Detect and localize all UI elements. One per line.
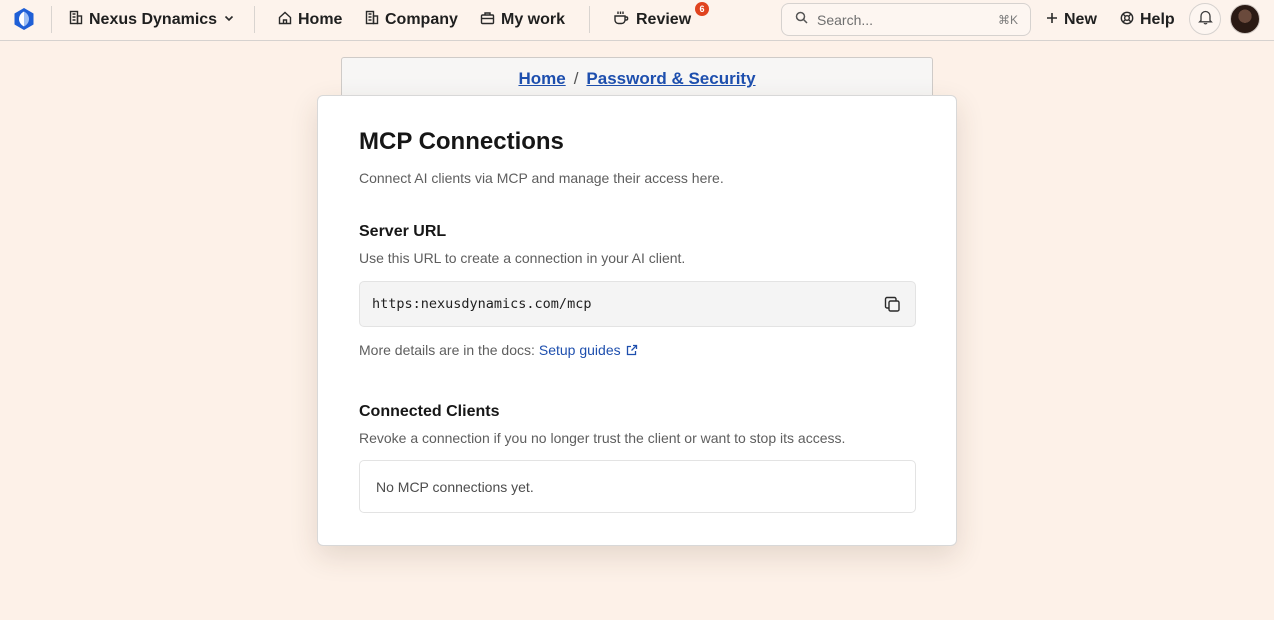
mcp-connections-panel: MCP Connections Connect AI clients via M… [317, 95, 957, 546]
notifications-button[interactable] [1189, 3, 1221, 35]
nav-my-work-label: My work [501, 11, 566, 28]
briefcase-icon [480, 11, 495, 30]
copy-icon [884, 296, 900, 312]
connected-clients-description: Revoke a connection if you no longer tru… [359, 430, 846, 446]
nav-review-label: Review [636, 11, 692, 28]
org-switcher[interactable]: Nexus Dynamics [69, 7, 235, 33]
review-count-badge: 6 [694, 1, 710, 17]
building-icon [69, 10, 83, 30]
docs-prefix: More details are in the docs: [359, 342, 535, 358]
company-icon [365, 10, 379, 30]
search-icon [795, 11, 808, 29]
server-url-value: https:nexusdynamics.com/mcp [372, 296, 592, 312]
nav-company-label: Company [385, 11, 458, 28]
nav-company[interactable]: Company [365, 7, 458, 33]
setup-guides-label: Setup guides [538, 342, 621, 358]
new-button-label: New [1064, 11, 1097, 28]
org-name: Nexus Dynamics [89, 11, 218, 28]
nav-home-label: Home [298, 11, 343, 28]
page-subtitle: Connect AI clients via MCP and manage th… [359, 170, 724, 186]
divider [589, 6, 590, 33]
docs-line: More details are in the docs: Setup guid… [359, 342, 638, 358]
chevron-down-icon [223, 11, 235, 29]
connected-clients-list: No MCP connections yet. [359, 460, 916, 513]
search-input[interactable]: Search... ⌘K [781, 3, 1031, 36]
external-link-icon [626, 344, 637, 356]
top-navigation-bar: Nexus Dynamics Home Company My work Revi… [0, 0, 1274, 41]
bell-icon [1197, 9, 1213, 30]
server-url-heading: Server URL [359, 223, 447, 240]
server-url-description: Use this URL to create a connection in y… [359, 250, 686, 266]
copy-url-button[interactable] [881, 293, 903, 315]
app-logo-icon[interactable] [12, 7, 36, 31]
divider [254, 6, 255, 33]
search-placeholder: Search... [817, 11, 874, 28]
home-icon [278, 11, 292, 30]
help-icon [1120, 11, 1134, 30]
nav-home[interactable]: Home [278, 7, 342, 33]
empty-state-text: No MCP connections yet. [376, 478, 534, 495]
plus-icon [1046, 11, 1058, 29]
help-button-label: Help [1140, 11, 1175, 28]
help-button[interactable]: Help [1120, 7, 1175, 33]
page-title: MCP Connections [359, 128, 564, 155]
avatar[interactable] [1230, 4, 1260, 34]
nav-my-work[interactable]: My work [480, 7, 565, 33]
server-url-field[interactable]: https:nexusdynamics.com/mcp [359, 281, 916, 327]
nav-review[interactable]: Review [613, 7, 691, 33]
connected-clients-heading: Connected Clients [359, 403, 500, 420]
search-shortcut: ⌘K [997, 12, 1018, 27]
coffee-icon [613, 10, 630, 30]
new-button[interactable]: New [1046, 7, 1097, 33]
divider [51, 6, 52, 33]
setup-guides-link[interactable]: Setup guides [539, 342, 638, 358]
